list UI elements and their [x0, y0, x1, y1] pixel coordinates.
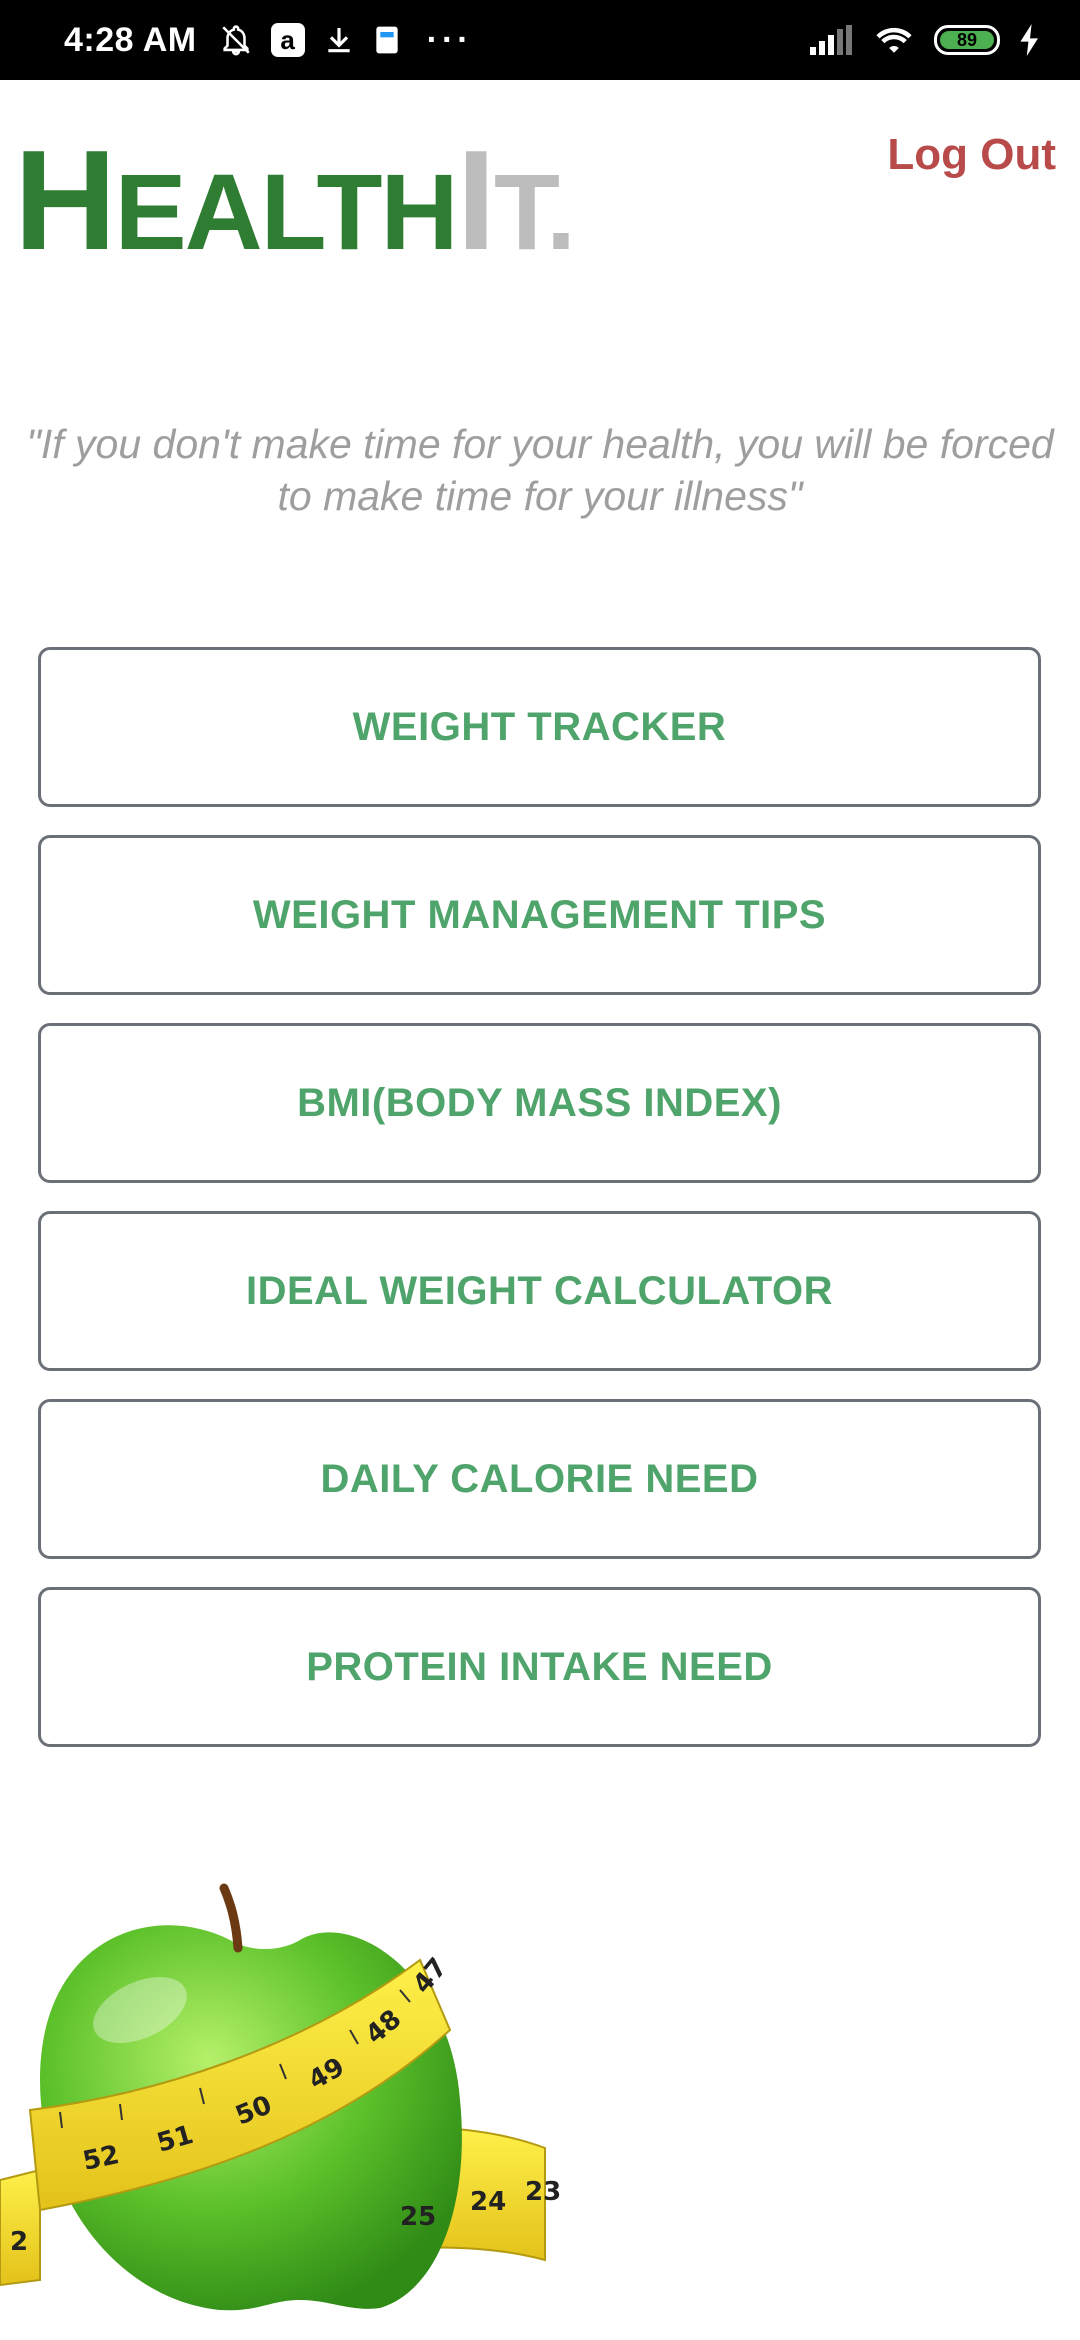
bell-muted-icon — [219, 23, 253, 57]
notification-icons: a ··· — [219, 21, 473, 60]
more-notifications-icon: ··· — [426, 20, 473, 59]
battery-level: 89 — [940, 30, 994, 50]
app-logo: H EALTH I T. — [14, 130, 576, 272]
weight-tracker-button[interactable]: WEIGHT TRACKER — [38, 647, 1041, 807]
status-time: 4:28 AM — [64, 20, 197, 59]
quote-line-1: "If you don't make time for your health,… — [26, 421, 1054, 467]
logo-health-rest: EALTH — [114, 151, 459, 272]
logo-it-rest: T. — [493, 151, 576, 272]
signal-icon — [810, 25, 854, 55]
ideal-weight-calculator-button[interactable]: IDEAL WEIGHT CALCULATOR — [38, 1211, 1041, 1371]
apple-measuring-tape-image: 52 51 50 49 48 47 2 25 24 23 — [0, 1880, 561, 2340]
quote-line-2: to make time for your illness" — [277, 473, 803, 519]
health-quote: "If you don't make time for your health,… — [0, 418, 1080, 522]
main-menu: WEIGHT TRACKER WEIGHT MANAGEMENT TIPS BM… — [38, 647, 1041, 1775]
amazon-icon: a — [270, 23, 305, 57]
protein-intake-need-button[interactable]: PROTEIN INTAKE NEED — [38, 1587, 1041, 1747]
status-bar: 4:28 AM a ··· 89 — [0, 0, 1080, 80]
tape-number-25: 25 — [400, 2202, 436, 2232]
battery-indicator: 89 — [934, 25, 1000, 55]
wifi-icon — [874, 24, 914, 56]
logo-health-cap: H — [14, 121, 117, 280]
charging-icon — [1020, 24, 1040, 56]
tape-number-23: 23 — [525, 2177, 560, 2207]
download-icon — [323, 24, 355, 56]
system-icons: 89 — [810, 24, 1040, 56]
logout-button[interactable]: Log Out — [887, 130, 1056, 180]
daily-calorie-need-button[interactable]: DAILY CALORIE NEED — [38, 1399, 1041, 1559]
bmi-button[interactable]: BMI(BODY MASS INDEX) — [38, 1023, 1041, 1183]
file-icon — [373, 24, 401, 56]
tape-number-2: 2 — [10, 2227, 28, 2257]
weight-management-tips-button[interactable]: WEIGHT MANAGEMENT TIPS — [38, 835, 1041, 995]
logo-it-cap: I — [456, 121, 496, 280]
tape-number-24: 24 — [470, 2187, 506, 2217]
